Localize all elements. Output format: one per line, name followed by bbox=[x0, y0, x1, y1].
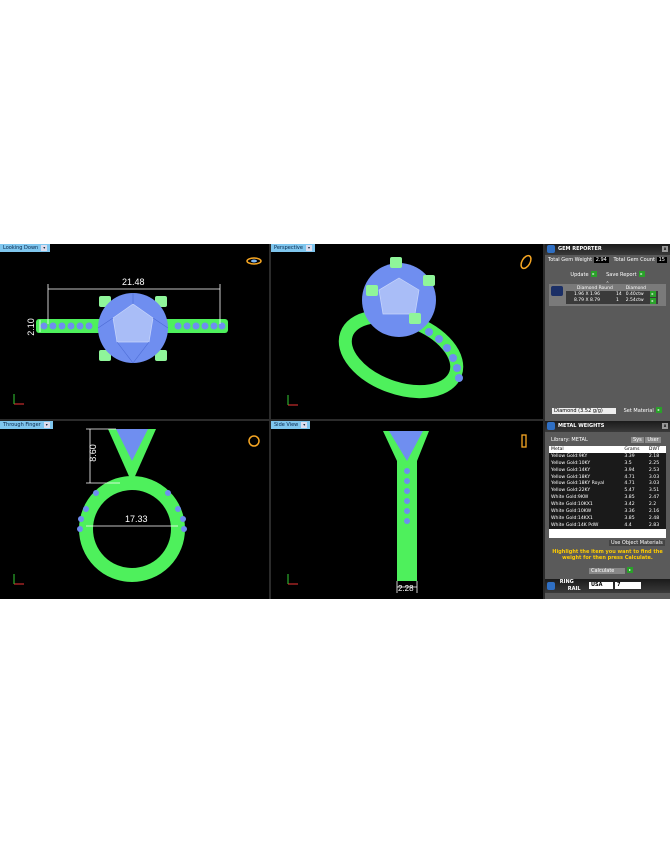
dim-height-label: 8.60 bbox=[87, 444, 98, 462]
ring-rail-title-2: RAIL bbox=[567, 586, 581, 592]
chevron-down-icon[interactable]: ▾ bbox=[305, 245, 312, 251]
total-gem-weight-label: Total Gem Weight bbox=[548, 257, 593, 263]
metal-col-grams: Grams bbox=[624, 446, 640, 452]
library-toggle[interactable]: Sys User bbox=[631, 437, 661, 443]
gem-icon bbox=[547, 245, 555, 253]
go-icon[interactable]: ▸ bbox=[638, 271, 645, 277]
viewport-through-finger-scene bbox=[13, 428, 260, 585]
ring-rail-title-1: RING bbox=[559, 579, 574, 585]
dim-height-label: 2.10 bbox=[25, 318, 36, 336]
total-gem-count-value: 15 bbox=[656, 257, 667, 263]
total-gem-count-label: Total Gem Count bbox=[613, 257, 655, 263]
library-row: Library: METAL Sys User bbox=[545, 437, 670, 443]
dim-width-label: 2.28 bbox=[398, 584, 414, 593]
material-select[interactable]: Diamond (3.52 g/g) bbox=[552, 407, 616, 414]
ring-size-select[interactable]: 7 bbox=[615, 582, 641, 589]
close-icon[interactable]: x bbox=[662, 246, 668, 252]
dim-width-label: 21.48 bbox=[122, 277, 145, 287]
viewport-looking-down[interactable]: 21.48 2.10 Looking Down ▾ bbox=[0, 244, 269, 419]
go-icon[interactable]: ▸ bbox=[649, 291, 656, 297]
table-row[interactable]: White Gold:14K PdW 4.4 2.83 bbox=[549, 521, 666, 529]
viewport-looking-down-scene bbox=[13, 257, 262, 405]
go-icon[interactable]: ▸ bbox=[627, 567, 633, 573]
go-icon[interactable]: ▸ bbox=[655, 407, 662, 413]
table-row[interactable]: Yellow Gold:14KY 3.94 2.53 bbox=[549, 466, 666, 474]
table-row[interactable]: Yellow Gold:22KY 5.47 3.51 bbox=[549, 487, 666, 495]
calculate-button[interactable]: Calculate ▸ bbox=[545, 567, 670, 574]
gem-reporter-header: GEM REPORTER x bbox=[545, 244, 670, 255]
dim-inner-diameter-label: 17.33 bbox=[125, 514, 148, 524]
metal-col-dwt: DWT bbox=[648, 446, 660, 452]
chevron-down-icon[interactable]: ▾ bbox=[43, 422, 50, 428]
go-icon[interactable]: ▸ bbox=[590, 271, 597, 277]
gem-totals-row: Total Gem Weight 2.94 Total Gem Count 15 bbox=[545, 257, 670, 263]
update-button[interactable]: Update ▸ bbox=[570, 271, 597, 278]
table-row[interactable]: White Gold:9KW 3.85 2.47 bbox=[549, 494, 666, 502]
metal-hint: Highlight the item you want to find the … bbox=[552, 549, 663, 561]
close-icon[interactable]: x bbox=[662, 423, 668, 429]
library-label: Library: METAL bbox=[551, 437, 588, 443]
viewport-side-view-scene bbox=[287, 431, 527, 593]
viewport-perspective-scene bbox=[287, 254, 532, 406]
viewport-tab-perspective[interactable]: Perspective ▾ bbox=[271, 244, 315, 252]
chevron-down-icon[interactable]: ▾ bbox=[41, 245, 48, 251]
ring-rail-icon bbox=[547, 582, 555, 590]
chevron-down-icon[interactable]: ▾ bbox=[301, 422, 308, 428]
table-row[interactable]: Yellow Gold:10KY 3.5 2.25 bbox=[549, 459, 666, 467]
metal-weights-header: METAL WEIGHTS x bbox=[545, 421, 670, 432]
set-material-button[interactable]: Set Material ▸ bbox=[624, 407, 662, 414]
save-report-button[interactable]: Save Report ▸ bbox=[606, 271, 645, 278]
viewport-perspective[interactable]: Perspective ▾ bbox=[271, 244, 543, 419]
total-gem-weight-value: 2.94 bbox=[593, 257, 609, 263]
table-row[interactable]: Yellow Gold:18KY 4.71 3.03 bbox=[549, 473, 666, 481]
side-panel: GEM REPORTER x Total Gem Weight 2.94 Tot… bbox=[545, 244, 670, 599]
ring-region-select[interactable]: USA bbox=[589, 582, 613, 589]
viewport-side-view[interactable]: 2.28 Side View ▾ bbox=[271, 421, 543, 599]
table-row[interactable]: Yellow Gold:9KY 3.39 2.18 bbox=[549, 452, 666, 460]
rhino-jewelry-app: 21.48 2.10 Looking Down ▾ Perspective ▾ 8.… bbox=[0, 244, 670, 599]
table-row[interactable]: Yellow Gold:18KY Royal 4.71 3.03 bbox=[549, 480, 666, 488]
material-row: Diamond (3.52 g/g) Set Material ▸ bbox=[545, 407, 670, 414]
diamond-round-icon bbox=[551, 286, 563, 296]
metal-col-metal: Metal bbox=[551, 446, 564, 452]
viewport-tab-side-view[interactable]: Side View ▾ bbox=[271, 421, 311, 429]
metal-weights-icon bbox=[547, 422, 555, 430]
metal-list[interactable]: Metal Grams DWT Yellow Gold:9KY 3.39 2.18 Ye… bbox=[549, 446, 666, 538]
viewport-tab-through-finger[interactable]: Through Finger ▾ bbox=[0, 421, 53, 429]
go-icon[interactable]: ▸ bbox=[649, 297, 656, 304]
ring-rail-header: RING RAIL USA 7 bbox=[545, 579, 670, 593]
gem-list: Diamond Round Diamond 1.96 X 1.96 14 0.40ct… bbox=[549, 284, 666, 306]
gem-actions-row: Update ▸ Save Report ▸ bbox=[545, 271, 670, 278]
table-row[interactable]: White Gold:10KX1 3.42 2.2 bbox=[549, 501, 666, 509]
viewport-through-finger[interactable]: 8.60 17.33 Through Finger ▾ bbox=[0, 421, 269, 599]
table-row[interactable]: White Gold:10KW 3.36 2.16 bbox=[549, 508, 666, 515]
table-row[interactable]: White Gold:14KX1 3.85 2.48 bbox=[549, 514, 666, 522]
table-row[interactable]: 8.79 X 8.79 1 2.54ctw ▸ bbox=[566, 297, 658, 304]
use-object-materials[interactable]: Use Object Materials bbox=[545, 540, 670, 546]
viewport-tab-looking-down[interactable]: Looking Down ▾ bbox=[0, 244, 51, 252]
